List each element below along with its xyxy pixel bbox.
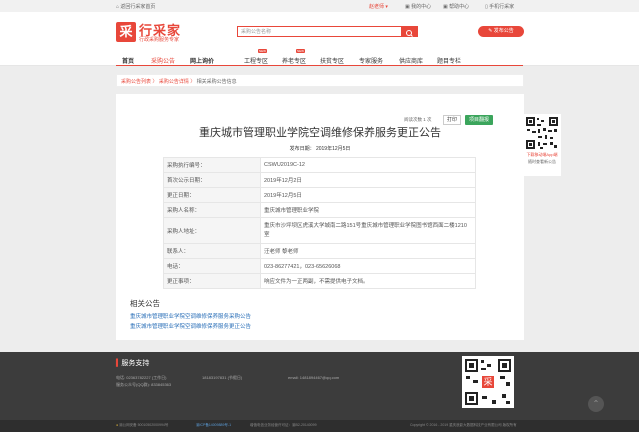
- footer-icp-link[interactable]: 渝ICP备14009889号-1: [196, 423, 231, 428]
- publish-button[interactable]: ✎ 发布公告: [478, 26, 524, 37]
- page-title: 重庆城市管理职业学院空调维修保养服务更正公告: [199, 127, 441, 139]
- my-center-link[interactable]: ▣ 我的中心: [405, 3, 431, 10]
- nav-suppliers[interactable]: 供应商库: [399, 56, 423, 65]
- nav-topics[interactable]: 题目专栏: [437, 56, 461, 65]
- nav-home[interactable]: 首页: [122, 56, 134, 65]
- table-row: 采购人名称： 重庆城市管理职业学院: [163, 202, 476, 218]
- table-row: 首次公示日期： 2019年12月2日: [163, 172, 476, 188]
- footer-phone: 电话: 02363782227 (工作日): [116, 375, 167, 380]
- new-badge: NEW: [258, 49, 267, 53]
- table-row: 采购人地址： 重庆市沙坪坝区虎溪大学城南二路151号重庆城市管理职业学院图书馆西面…: [163, 217, 476, 244]
- notice-table: 采购执行编号： CSWU2019C-12 首次公示日期： 2019年12月2日 更正…: [163, 157, 476, 289]
- table-row: 更正事项： 响应文件为一正两副，不需提供电子文档。: [163, 273, 476, 289]
- breadcrumb-current: 相关采购公告信息: [196, 79, 237, 85]
- footer-police: ● 渝公网安备 50010502000994号: [116, 423, 169, 427]
- back-home-link[interactable]: ⌂ 返回行采家首页: [116, 3, 155, 10]
- nav-engineering[interactable]: 工程专区 NEW: [244, 49, 268, 65]
- nav-underline: [116, 65, 523, 66]
- footer-mobile: 18183197831 (节假日): [202, 375, 243, 380]
- search-button[interactable]: [401, 26, 418, 37]
- footer-qr-code-icon: 采: [462, 356, 514, 408]
- footer-copyright: Copyright © 2016 - 2019 重庆浪影大数据科技产业有限公司 …: [410, 423, 517, 427]
- qr-caption-check: 随时查看新公告: [528, 159, 556, 164]
- footer-qq: 服务公众号(QQ群): 833845363: [116, 382, 172, 387]
- help-center-link[interactable]: ▣ 帮助中心: [443, 3, 469, 10]
- top-bar: ⌂ 返回行采家首页 赵老师 ▾ ▣ 我的中心 ▣ 帮助中心 ▯ 手机行采家: [0, 0, 639, 12]
- new-badge: NEW: [296, 49, 305, 53]
- table-row: 更正日期： 2019年12月5日: [163, 187, 476, 203]
- back-to-top-icon[interactable]: ⌃: [588, 396, 604, 412]
- nav-online-inquiry[interactable]: 网上询价: [190, 56, 214, 65]
- breadcrumb-detail[interactable]: 采购公告详情: [159, 79, 189, 85]
- related-heading: 相关公告: [130, 299, 160, 308]
- qr-code-icon: [525, 116, 559, 150]
- table-row: 电话： 023-86277421，023-65626068: [163, 258, 476, 274]
- footer-heading: ▍服务支持: [116, 360, 150, 367]
- mobile-link[interactable]: ▯ 手机行采家: [485, 3, 514, 10]
- table-row: 采购执行编号： CSWU2019C-12: [163, 157, 476, 173]
- table-row: 联系人： 汪老师 黎老师: [163, 243, 476, 259]
- breadcrumb-list[interactable]: 采购公告列表: [121, 79, 151, 85]
- related-link[interactable]: 重庆城市管理职业学院空调维修保养服务采购公告: [130, 312, 251, 320]
- footer-license: 增值电信业务经营许可证：渝B2-20140099: [250, 423, 317, 427]
- footer-bottom: ● 渝公网安备 50010502000994号 渝ICP备14009889号-1…: [0, 420, 639, 432]
- publish-date: 发布日期： 2019年12月5日: [289, 146, 351, 152]
- view-count: 阅读次数 1 次: [404, 117, 432, 122]
- footer-email: email: 1481894467@qq.com: [288, 375, 340, 380]
- user-menu[interactable]: 赵老师 ▾: [369, 3, 388, 10]
- nav-procurement[interactable]: 采购公告: [151, 56, 175, 65]
- search-input[interactable]: 采购公告名称: [237, 26, 403, 37]
- logo-icon[interactable]: 采: [116, 22, 136, 42]
- nav-experts[interactable]: 专家服务: [359, 56, 383, 65]
- search-icon: [406, 30, 413, 37]
- qr-caption-download: 下载移动端App端: [526, 152, 558, 157]
- related-link[interactable]: 重庆城市管理职业学院空调维修保养服务更正公告: [130, 322, 251, 330]
- qr-logo-char: 采: [483, 377, 492, 388]
- nav-elderly[interactable]: 养老专区 NEW: [282, 49, 306, 65]
- logo-slogan: 行政采购服务专家: [139, 37, 180, 43]
- nav-poverty[interactable]: 扶贫专区: [320, 56, 344, 65]
- breadcrumb: 采购公告列表 〉 采购公告详情 〉 相关采购公告信息: [116, 74, 524, 87]
- footer: ▍服务支持 电话: 02363782227 (工作日) 18183197831 …: [0, 352, 639, 420]
